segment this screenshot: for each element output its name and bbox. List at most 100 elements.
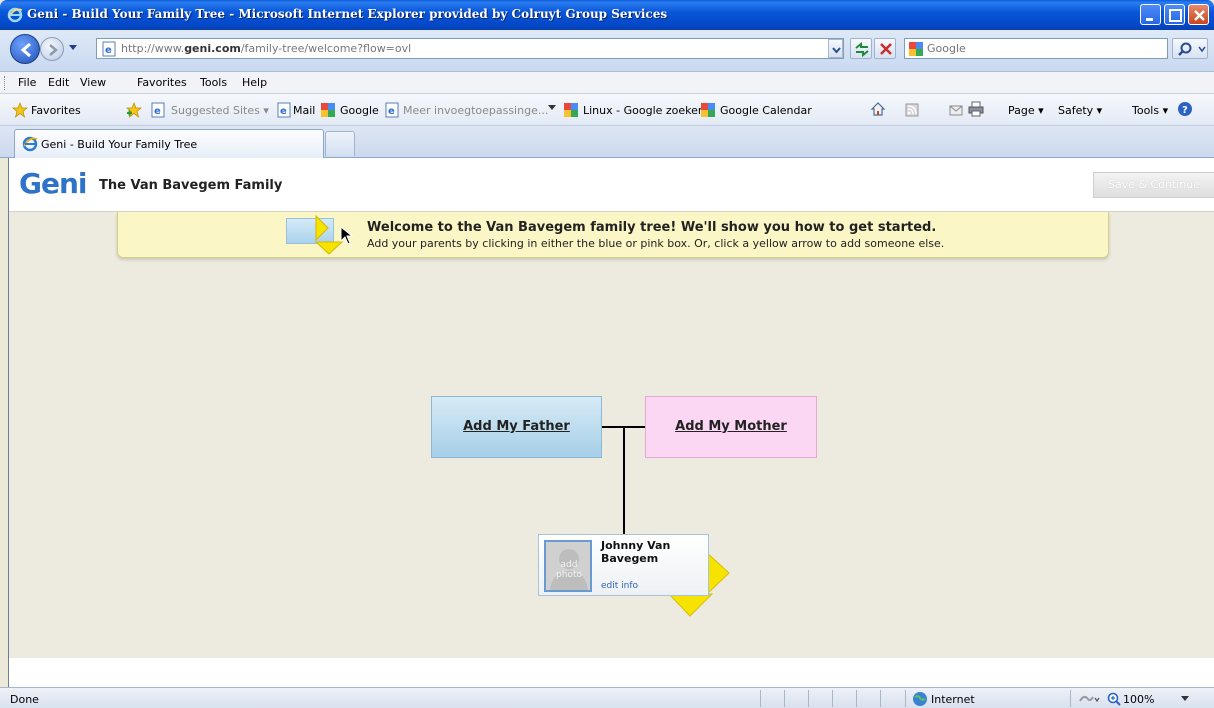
google-icon <box>321 103 335 117</box>
security-zone[interactable]: Internet <box>931 693 975 706</box>
zoom-icon[interactable] <box>1106 691 1122 707</box>
svg-text:e: e <box>154 106 161 117</box>
mouse-pointer-icon <box>340 226 354 245</box>
add-photo-label: add photo <box>556 560 582 580</box>
welcome-banner: Welcome to the Van Bavegem family tree! … <box>117 212 1109 258</box>
toolbar-grip <box>4 76 7 90</box>
add-mother-box[interactable]: Add My Mother <box>645 396 817 458</box>
magnifier-icon <box>1178 42 1206 56</box>
favorites-bar: Favorites e Suggested Sites ▾ e Mail Goo… <box>0 94 1214 126</box>
back-arrow-icon <box>20 42 31 58</box>
mail-icon[interactable] <box>948 102 964 118</box>
stop-button[interactable] <box>874 38 896 59</box>
internet-zone-icon <box>913 692 927 706</box>
tab-geni[interactable]: Geni - Build Your Family Tree <box>14 129 324 158</box>
add-mother-link[interactable]: Add My Mother <box>646 419 816 434</box>
add-father-link[interactable]: Add My Father <box>432 419 601 434</box>
new-tab-button[interactable] <box>325 131 355 156</box>
fav-google[interactable]: Google <box>340 104 379 117</box>
back-button[interactable] <box>10 34 40 64</box>
status-separator <box>760 690 761 707</box>
person-card[interactable]: add photo Johnny Van Bavegem edit info <box>538 534 709 596</box>
status-text: Done <box>10 693 39 706</box>
status-separator <box>832 690 833 707</box>
menu-bar: File Edit View Favorites Tools Help <box>0 72 1214 94</box>
add-father-box[interactable]: Add My Father <box>431 396 602 458</box>
stop-icon <box>880 43 892 55</box>
search-input[interactable] <box>927 41 1157 56</box>
home-icon[interactable] <box>870 101 886 117</box>
page-footer <box>9 658 1214 688</box>
svg-text:e: e <box>105 45 112 56</box>
search-box[interactable] <box>904 38 1168 59</box>
feeds-icon[interactable] <box>904 102 920 118</box>
fav-google-calendar[interactable]: Google Calendar <box>720 104 812 117</box>
browser-window: Geni - Build Your Family Tree - Microsof… <box>0 0 1214 708</box>
geni-logo[interactable]: Geni <box>19 169 88 199</box>
title-bar: Geni - Build Your Family Tree - Microsof… <box>0 0 1214 30</box>
status-separator <box>1070 690 1071 707</box>
menu-help[interactable]: Help <box>242 76 267 89</box>
forward-arrow-icon <box>49 44 58 56</box>
address-input[interactable]: e http://www.geni.com/family-tree/welcom… <box>96 38 844 59</box>
ie-page-icon: e <box>151 102 165 118</box>
zoom-level[interactable]: 100% <box>1123 693 1154 706</box>
menu-view[interactable]: View <box>80 76 106 89</box>
chevron-down-icon[interactable] <box>547 104 563 120</box>
chevron-down-icon[interactable] <box>1181 696 1189 702</box>
add-child-arrow-icon[interactable] <box>668 593 714 619</box>
geni-header: Geni The Van Bavegem Family Save & Conti… <box>9 158 1214 212</box>
menu-favorites[interactable]: Favorites <box>137 76 187 89</box>
ie-page-icon: e <box>277 102 291 118</box>
welcome-title: Welcome to the Van Bavegem family tree! … <box>367 220 937 235</box>
help-icon[interactable]: ? <box>1177 101 1193 117</box>
fav-suggested-sites[interactable]: Suggested Sites ▾ <box>171 104 269 117</box>
google-icon <box>701 103 715 117</box>
page-content: Geni The Van Bavegem Family Save & Conti… <box>8 158 1214 688</box>
close-icon <box>1194 10 1205 21</box>
google-icon <box>564 103 578 117</box>
favorites-star-icon <box>12 102 28 118</box>
menu-edit[interactable]: Edit <box>48 76 69 89</box>
safety-menu-button[interactable]: Safety ▾ <box>1058 104 1102 117</box>
status-separator <box>880 690 881 707</box>
address-dropdown-button[interactable] <box>828 39 843 58</box>
tools-menu-button[interactable]: Tools ▾ <box>1132 104 1168 117</box>
menu-tools[interactable]: Tools <box>200 76 227 89</box>
minimize-icon <box>1146 18 1153 21</box>
page-icon: e <box>102 41 116 57</box>
search-go-button[interactable] <box>1172 38 1208 59</box>
add-favorite-icon[interactable] <box>126 102 142 118</box>
close-button[interactable] <box>1188 4 1209 25</box>
svg-text:?: ? <box>1182 105 1188 116</box>
url-text: http://www.geni.com/family-tree/welcome?… <box>121 42 412 55</box>
save-continue-button[interactable]: Save & Continue <box>1093 172 1214 198</box>
forward-button[interactable] <box>40 37 64 61</box>
history-dropdown-icon[interactable] <box>68 44 78 52</box>
status-bar: Done Internet 100% <box>0 687 1214 708</box>
edit-info-link[interactable]: edit info <box>601 581 638 591</box>
menu-file[interactable]: File <box>18 76 36 89</box>
child-connector-line <box>623 426 625 534</box>
tab-label: Geni - Build Your Family Tree <box>41 138 198 151</box>
maximize-icon <box>1169 9 1182 22</box>
chevron-down-icon <box>832 47 841 54</box>
add-photo-button[interactable]: add photo <box>544 540 592 592</box>
refresh-button[interactable] <box>850 38 872 59</box>
status-separator <box>905 690 906 707</box>
fav-mail[interactable]: Mail <box>293 104 315 117</box>
refresh-icon <box>855 41 869 58</box>
fav-linux-google[interactable]: Linux - Google zoeken <box>583 104 705 117</box>
minimize-button[interactable] <box>1140 4 1161 25</box>
person-name[interactable]: Johnny Van Bavegem <box>601 539 701 565</box>
favorites-button[interactable]: Favorites <box>31 104 81 117</box>
ie-page-icon: e <box>385 102 399 118</box>
protected-mode-icon[interactable] <box>1078 691 1100 707</box>
svg-text:e: e <box>388 106 395 117</box>
page-menu-button[interactable]: Page ▾ <box>1008 104 1044 117</box>
google-icon <box>909 42 923 56</box>
ie-logo-icon <box>7 7 23 23</box>
maximize-button[interactable] <box>1164 4 1185 25</box>
fav-meer-invoegtoepassingen[interactable]: Meer invoegtoepassinge... <box>403 104 548 117</box>
print-icon[interactable] <box>968 101 984 117</box>
